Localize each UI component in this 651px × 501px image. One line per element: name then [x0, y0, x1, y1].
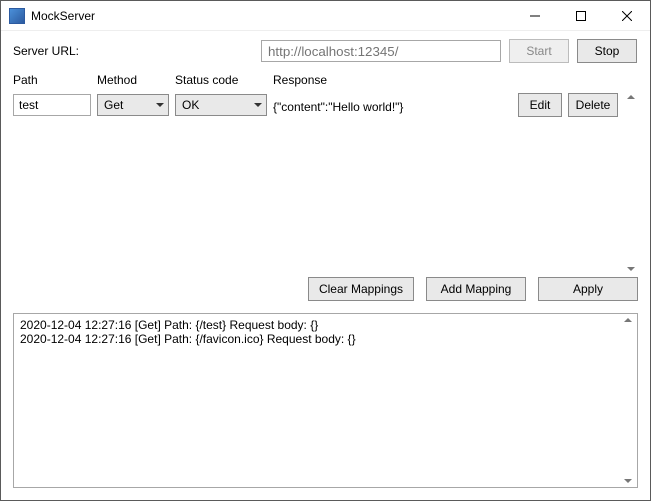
col-method: Method	[97, 73, 169, 87]
start-button[interactable]: Start	[509, 39, 569, 63]
path-input[interactable]	[13, 94, 91, 116]
method-select[interactable]: Get	[97, 94, 169, 116]
mapping-row: Get OK {"content":"Hello world!"} Edit D…	[13, 93, 638, 117]
log-scrollbar[interactable]	[621, 316, 635, 485]
app-icon	[9, 8, 25, 24]
col-path: Path	[13, 73, 91, 87]
scroll-down-icon	[624, 479, 632, 483]
log-area[interactable]: 2020-12-04 12:27:16 [Get] Path: {/test} …	[13, 313, 638, 488]
server-url-input[interactable]	[261, 40, 501, 62]
maximize-button[interactable]	[558, 1, 604, 31]
method-value: Get	[104, 98, 123, 112]
mappings-scrollbar[interactable]	[624, 93, 638, 273]
minimize-button[interactable]	[512, 1, 558, 31]
response-value: {"content":"Hello world!"}	[273, 97, 512, 114]
close-button[interactable]	[604, 1, 650, 31]
scroll-up-icon	[624, 318, 632, 322]
chevron-down-icon	[156, 103, 164, 107]
log-text: 2020-12-04 12:27:16 [Get] Path: {/test} …	[20, 318, 356, 346]
status-value: OK	[182, 98, 199, 112]
scroll-down-icon	[627, 267, 635, 271]
delete-button[interactable]: Delete	[568, 93, 618, 117]
stop-button[interactable]: Stop	[577, 39, 637, 63]
window-title: MockServer	[31, 9, 95, 23]
add-mapping-button[interactable]: Add Mapping	[426, 277, 526, 301]
apply-button[interactable]: Apply	[538, 277, 638, 301]
server-url-label: Server URL:	[13, 44, 253, 58]
scroll-up-icon	[627, 95, 635, 99]
chevron-down-icon	[254, 103, 262, 107]
edit-button[interactable]: Edit	[518, 93, 562, 117]
status-select[interactable]: OK	[175, 94, 267, 116]
col-status: Status code	[175, 73, 267, 87]
col-response: Response	[273, 73, 486, 87]
clear-mappings-button[interactable]: Clear Mappings	[308, 277, 414, 301]
